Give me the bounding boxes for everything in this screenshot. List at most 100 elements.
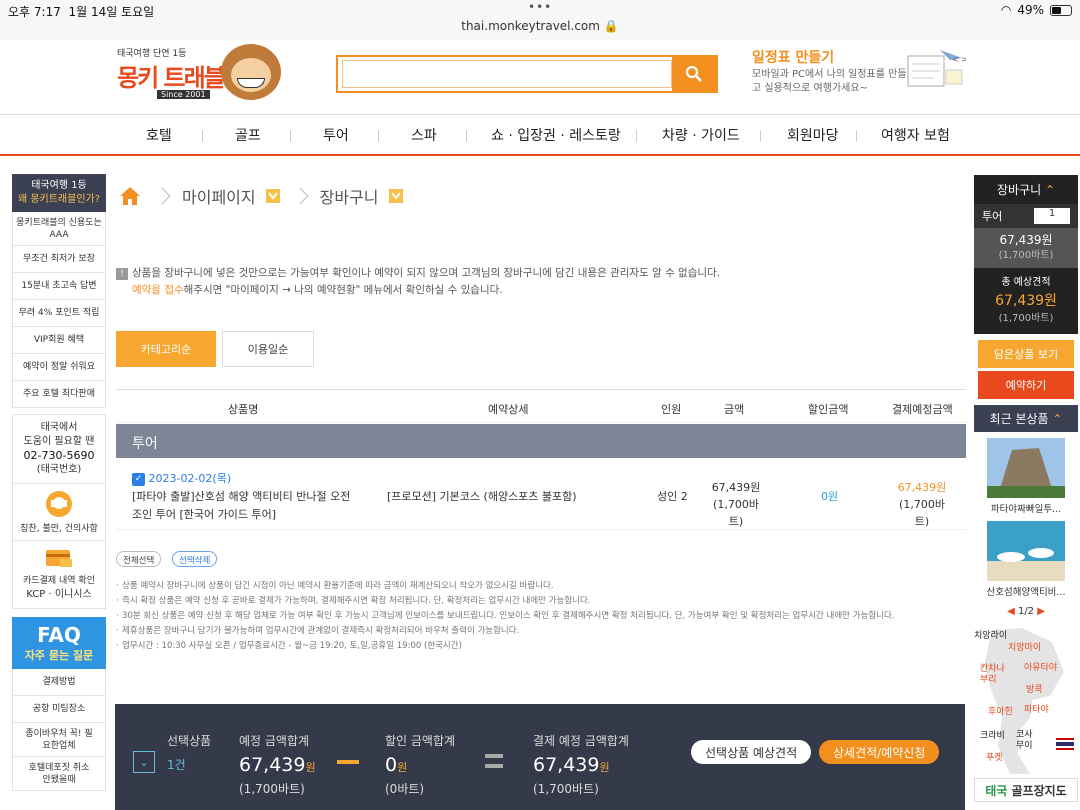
total-amount: 67,439원	[239, 754, 316, 776]
reserve-request-button[interactable]: 상세견적/예약신청	[819, 740, 940, 764]
faq-item[interactable]: 호텔데포짓 취소안됐을때	[12, 757, 106, 791]
sidebar-item[interactable]: 몽키트래블의 신용도는 AAA	[12, 212, 106, 246]
nav-golf[interactable]: 골프	[235, 125, 261, 145]
main-nav: 호텔 골프 투어 스파 쇼 · 입장권 · 레스토랑 차량 · 가이드 회원마당…	[0, 114, 1080, 156]
breadcrumb-cart[interactable]: 장바구니	[320, 184, 379, 208]
thailand-map[interactable]: 치앙라이 치앙마이 아유타야 칸차나부리 방콕 파타야 후아힌 크라비 코사무이…	[972, 626, 1078, 776]
tour-date: 2023-02-02(목)	[148, 472, 232, 485]
minus-icon	[337, 760, 359, 764]
nav-spa[interactable]: 스파	[411, 125, 437, 145]
thai-flag-icon	[1056, 738, 1074, 750]
sidebar-item[interactable]: 주요 호텔 최다판매	[12, 381, 106, 408]
home-icon[interactable]	[118, 185, 142, 207]
right-sidebar: 장바구니 ⌃ 투어 1 67,439원 (1,700바트) 총 예상견적 67,43…	[974, 175, 1078, 617]
nav-hotel[interactable]: 호텔	[146, 125, 172, 145]
headset-icon	[46, 491, 72, 517]
select-all-button[interactable]: 전체선택	[116, 551, 162, 567]
recent-thumb-1[interactable]	[987, 438, 1065, 498]
breadcrumb: 마이페이지 장바구니	[118, 184, 403, 208]
sidebar-item[interactable]: VIP회원 혜택	[12, 327, 106, 354]
search-input[interactable]	[342, 60, 672, 88]
chevron-down-icon[interactable]	[265, 189, 280, 203]
feedback-box[interactable]: 칭찬, 불만, 건의사항	[12, 484, 106, 541]
row-checkbox[interactable]: ✓	[132, 472, 145, 486]
discount: 0원	[821, 490, 839, 503]
price-baht: (1,700바트)	[713, 498, 759, 528]
table-header: 상품명 예약상세 인원 금액 할인금액 결제예정금액	[116, 389, 966, 423]
sidebar-item[interactable]: 15분내 초고속 답변	[12, 273, 106, 300]
warning-icon: !	[116, 268, 128, 280]
breadcrumb-mypage[interactable]: 마이페이지	[182, 184, 256, 208]
cart-item-price: 67,439원 (1,700바트)	[974, 228, 1078, 268]
product-name-cont[interactable]: 조인 투어 [한국어 가이드 투어]	[132, 506, 382, 524]
recent-pager: ◀ 1/2 ▶	[1007, 606, 1045, 617]
search-box	[336, 55, 718, 93]
sort-date-button[interactable]: 이용일순	[222, 331, 314, 367]
faq-banner[interactable]: FAQ 자주 묻는 질문	[12, 617, 106, 669]
more-dots-icon[interactable]: •••	[528, 0, 552, 14]
final-price-baht: (1,700바트)	[899, 498, 945, 528]
status-indicators: ◠ 49%	[1001, 3, 1072, 17]
price: 67,439원	[711, 481, 761, 494]
battery-icon	[1050, 4, 1072, 16]
sort-category-button[interactable]: 카테고리순	[116, 331, 216, 367]
reservation-detail: [프로모션] 기본코스 (해양스포츠 불포함)	[387, 490, 577, 503]
discount-amount: 0원	[385, 754, 408, 776]
itinerary-desc: 모바일과 PC에서 나의 일정표를 만들고 실용적으로 여행가세요~	[752, 69, 907, 94]
final-amount: 67,439원	[533, 754, 610, 776]
svg-text:< >: < >	[952, 55, 966, 64]
search-icon	[685, 65, 702, 82]
left-sidebar: 태국여행 1등 왜 몽키트래블인가? 몽키트래블의 신용도는 AAA 무조건 최…	[12, 174, 106, 791]
sidebar-item[interactable]: 무조건 최저가 보장	[12, 246, 106, 273]
product-name[interactable]: [파타야 출발]산호섬 해양 액티비티 반나절 오전	[132, 488, 382, 506]
golf-map-link[interactable]: 태국 골프장지도	[974, 778, 1078, 802]
contact-box: 태국에서 도움이 필요할 땐 02-730-5690 (태국번호)	[12, 414, 106, 484]
reserve-button[interactable]: 예약하기	[978, 371, 1074, 399]
nav-insurance[interactable]: 여행자 보험	[881, 125, 950, 145]
logo[interactable]: 태국여행 단연 1등 몽키 트래블 Since 2001	[117, 44, 282, 102]
wifi-icon: ◠	[1000, 3, 1012, 17]
cart-total: 총 예상견적 67,439원 (1,700바트)	[974, 268, 1078, 334]
itinerary-title[interactable]: 일정표 만들기	[752, 47, 834, 67]
chevron-down-icon[interactable]: ⌄	[133, 751, 155, 773]
table-row: ✓ 2023-02-02(목) [파타야 출발]산호섬 해양 액티비티 반나절 …	[116, 458, 966, 530]
cart-header[interactable]: 장바구니 ⌃	[974, 175, 1078, 204]
category-row: 투어	[116, 424, 966, 458]
card-icon	[46, 550, 72, 567]
status-bar: 오후 7:17 1월 14일 토요일 ••• thai.monkeytravel…	[0, 0, 1080, 40]
final-price: 67,439원	[897, 481, 947, 494]
itinerary-illustration-icon[interactable]: < >	[900, 44, 968, 100]
notes-list: 상품 예약시 장바구니에 상품이 담긴 시점이 아닌 예약시 환율기준에 따라 …	[116, 579, 964, 654]
checkout-bar: ⌄ 선택상품 1건 예정 금액합계 67,439원 (1,700바트) 할인 금…	[115, 704, 965, 810]
chevron-up-icon: ⌃	[1052, 412, 1063, 426]
chevron-down-icon[interactable]	[388, 189, 403, 203]
search-button[interactable]	[672, 57, 716, 91]
prev-arrow-icon[interactable]: ◀	[1007, 606, 1015, 617]
nav-tour[interactable]: 투어	[323, 125, 349, 145]
battery-percent: 49%	[1017, 3, 1044, 17]
delete-selected-button[interactable]: 선택삭제	[172, 551, 218, 567]
card-check-box[interactable]: 카드결제 내역 확인 KCP · 이니시스	[12, 541, 106, 609]
status-time: 오후 7:17 1월 14일 토요일	[8, 5, 155, 19]
faq-item[interactable]: 종이바우처 꼭! 필요한업체	[12, 723, 106, 757]
cart-item-row: 투어 1	[974, 204, 1078, 228]
nav-member[interactable]: 회원마당	[787, 125, 839, 145]
estimate-button[interactable]: 선택상품 예상견적	[691, 740, 812, 764]
sidebar-item[interactable]: 무려 4% 포인트 적립	[12, 300, 106, 327]
nav-vehicle-guide[interactable]: 차량 · 가이드	[662, 125, 740, 145]
recent-header[interactable]: 최근 본상품 ⌃	[974, 405, 1078, 432]
monkey-mascot-icon	[221, 44, 281, 100]
why-monkey-banner[interactable]: 태국여행 1등 왜 몽키트래블인가?	[12, 174, 106, 212]
equals-icon	[485, 754, 503, 768]
recent-thumb-2[interactable]	[987, 521, 1065, 581]
chevron-up-icon: ⌃	[1044, 183, 1056, 197]
url-bar[interactable]: thai.monkeytravel.com 🔒	[0, 19, 1080, 33]
contact-phone[interactable]: 02-730-5690	[13, 449, 105, 463]
next-arrow-icon[interactable]: ▶	[1037, 606, 1045, 617]
faq-item[interactable]: 결제방법	[12, 669, 106, 696]
cart-notice: ! 상품을 장바구니에 넣은 것만으로는 가능여부 확인이나 예약이 되지 않으며…	[116, 265, 966, 299]
nav-show-ticket[interactable]: 쇼 · 입장권 · 레스토랑	[491, 125, 621, 145]
view-cart-button[interactable]: 담은상품 보기	[978, 340, 1074, 368]
faq-item[interactable]: 공항 미팅장소	[12, 696, 106, 723]
sidebar-item[interactable]: 예약이 정말 쉬워요	[12, 354, 106, 381]
